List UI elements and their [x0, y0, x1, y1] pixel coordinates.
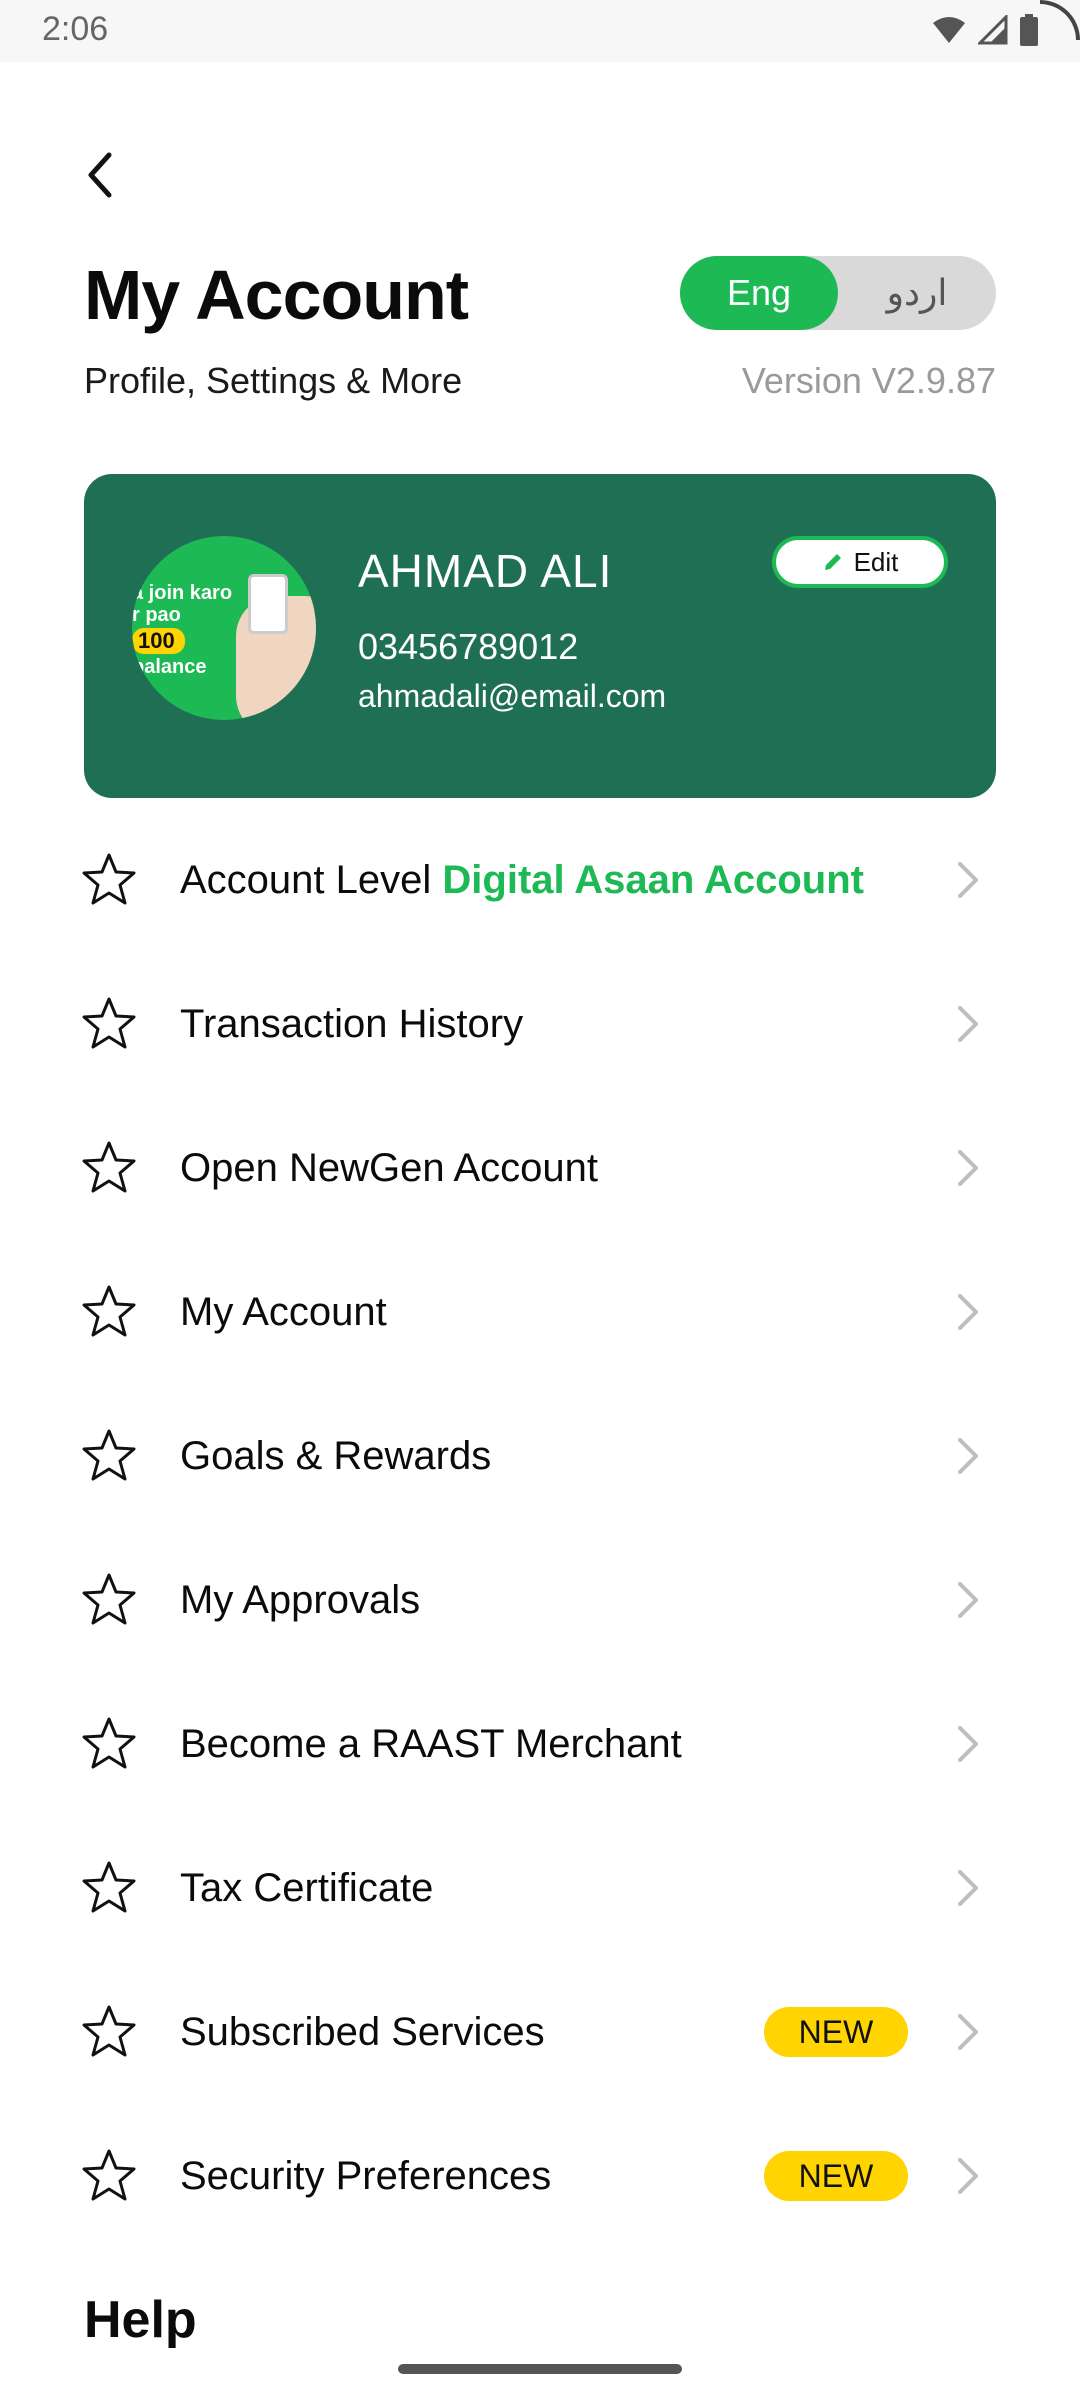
menu-item-label: Become a RAAST Merchant [180, 1721, 682, 1766]
menu-item-my-approvals[interactable]: My Approvals [0, 1528, 1080, 1672]
new-badge: NEW [764, 2007, 908, 2057]
menu-item-goals-rewards[interactable]: Goals & Rewards [0, 1384, 1080, 1528]
account-level-value: Digital Asaan Account [442, 857, 864, 902]
menu-item-open-newgen-account[interactable]: Open NewGen Account [0, 1096, 1080, 1240]
edit-profile-button[interactable]: Edit [772, 536, 948, 588]
menu-item-label: Subscribed Services [180, 2009, 545, 2054]
pencil-icon [824, 554, 841, 570]
star-icon [80, 2147, 138, 2205]
chevron-right-icon [950, 999, 986, 1049]
menu-item-security-preferences[interactable]: Security Preferences NEW [0, 2104, 1080, 2248]
star-icon [80, 1859, 138, 1917]
menu-item-label: Security Preferences [180, 2153, 552, 2198]
star-icon [80, 1139, 138, 1197]
avatar-promo-line2: r pao [132, 604, 181, 626]
chevron-right-icon [950, 1719, 986, 1769]
chevron-right-icon [950, 1431, 986, 1481]
back-button[interactable] [70, 145, 130, 205]
screen-corner [1040, 0, 1080, 40]
star-icon [80, 995, 138, 1053]
avatar-promo-line1: a join karo [132, 582, 233, 604]
language-toggle[interactable]: Eng اردو [680, 256, 996, 330]
menu-item-subscribed-services[interactable]: Subscribed Services NEW [0, 1960, 1080, 2104]
menu-item-my-account[interactable]: My Account [0, 1240, 1080, 1384]
menu-item-label: Account Level Digital Asaan Account [180, 858, 864, 903]
chevron-right-icon [950, 1575, 986, 1625]
star-icon [80, 1427, 138, 1485]
menu-list: Account Level Digital Asaan Account Tran… [0, 808, 1080, 2248]
chevron-right-icon [950, 855, 986, 905]
signal-icon [978, 15, 1008, 45]
menu-item-account-level[interactable]: Account Level Digital Asaan Account [0, 808, 1080, 952]
edit-label: Edit [853, 546, 899, 577]
back-arrow-icon [88, 152, 112, 198]
user-email: ahmadali@email.com [358, 678, 667, 714]
user-phone: 03456789012 [358, 626, 579, 667]
language-option-english[interactable]: Eng [680, 256, 838, 330]
status-time: 2:06 [42, 10, 109, 48]
page-subtitle: Profile, Settings & More [84, 360, 463, 401]
chevron-right-icon [950, 2007, 986, 2057]
menu-item-label: Open NewGen Account [180, 1145, 599, 1190]
user-name: AHMAD ALI [358, 545, 613, 597]
status-bar: 2:06 [0, 0, 1080, 62]
chevron-right-icon [950, 1143, 986, 1193]
account-level-label: Account Level [180, 857, 432, 902]
new-badge: NEW [764, 2151, 908, 2201]
avatar: a join karo r pao 100 balance [132, 536, 316, 720]
chevron-right-icon [950, 1863, 986, 1913]
status-icons [932, 14, 1038, 46]
star-icon [80, 1571, 138, 1629]
avatar-promo-line3: balance [132, 656, 207, 678]
language-option-urdu[interactable]: اردو [838, 256, 996, 330]
help-section-heading: Help [84, 2291, 197, 2349]
star-icon [80, 1283, 138, 1341]
star-icon [80, 851, 138, 909]
phone-illustration [248, 574, 288, 634]
page-title: My Account [84, 256, 469, 334]
star-icon [80, 1715, 138, 1773]
menu-item-label: My Approvals [180, 1577, 421, 1622]
menu-item-label: Goals & Rewards [180, 1433, 492, 1478]
menu-item-label: Transaction History [180, 1001, 524, 1046]
profile-card: a join karo r pao 100 balance AHMAD ALI … [84, 474, 996, 798]
avatar-promo-badge: 100 [132, 628, 185, 654]
menu-item-raast-merchant[interactable]: Become a RAAST Merchant [0, 1672, 1080, 1816]
chevron-right-icon [950, 1287, 986, 1337]
battery-icon [1020, 14, 1038, 46]
menu-item-label: Tax Certificate [180, 1865, 434, 1910]
star-icon [80, 2003, 138, 2061]
menu-item-label: My Account [180, 1289, 387, 1334]
app-version: Version V2.9.87 [741, 360, 996, 401]
chevron-right-icon [950, 2151, 986, 2201]
wifi-icon [933, 17, 965, 43]
home-indicator[interactable] [398, 2364, 682, 2374]
menu-item-tax-certificate[interactable]: Tax Certificate [0, 1816, 1080, 1960]
menu-item-transaction-history[interactable]: Transaction History [0, 952, 1080, 1096]
